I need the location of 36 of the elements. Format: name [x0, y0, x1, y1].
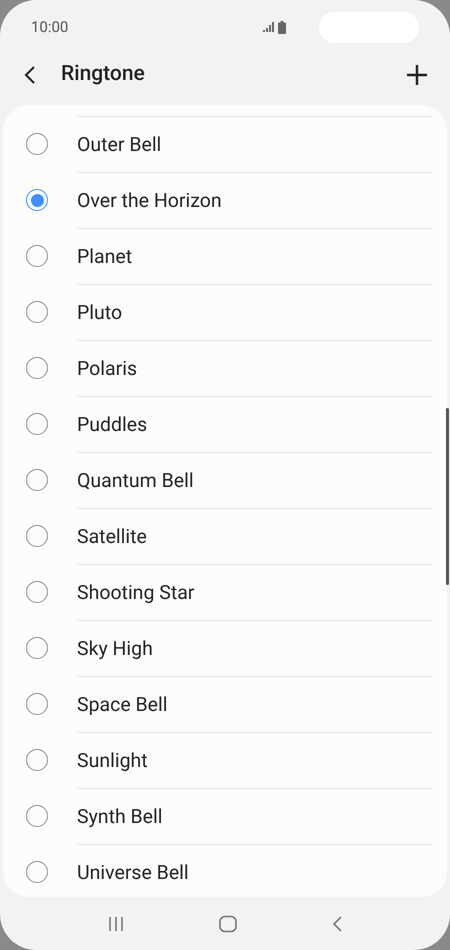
- ringtone-label[interactable]: Puddles: [77, 410, 148, 440]
- radio-button[interactable]: [26, 133, 48, 155]
- ringtone-label[interactable]: Space Bell: [77, 690, 168, 720]
- radio-button[interactable]: [26, 357, 48, 379]
- ringtone-label[interactable]: Sky High: [77, 634, 153, 664]
- recent-apps-button[interactable]: [106, 916, 125, 932]
- radio-button[interactable]: [26, 525, 48, 547]
- back-nav-button[interactable]: [331, 914, 344, 932]
- home-button[interactable]: [218, 914, 238, 932]
- ringtone-label[interactable]: Satellite: [77, 522, 147, 552]
- radio-button[interactable]: [26, 189, 48, 211]
- radio-button[interactable]: [26, 749, 48, 771]
- status-time: 10:00: [31, 16, 68, 38]
- ringtone-label[interactable]: Pluto: [77, 298, 122, 328]
- radio-button[interactable]: [26, 693, 48, 715]
- add-button[interactable]: [406, 64, 428, 86]
- radio-button[interactable]: [26, 805, 48, 827]
- ringtone-label[interactable]: Over the Horizon: [77, 186, 222, 216]
- ringtone-label[interactable]: Synth Bell: [77, 802, 163, 832]
- ringtone-label[interactable]: Sunlight: [77, 746, 148, 776]
- screen-title: Ringtone: [61, 61, 145, 88]
- radio-button[interactable]: [26, 301, 48, 323]
- radio-button[interactable]: [26, 581, 48, 603]
- ringtone-label[interactable]: Planet: [77, 242, 132, 272]
- radio-button[interactable]: [26, 469, 48, 491]
- ringtone-label[interactable]: Outer Bell: [77, 130, 162, 160]
- radio-button[interactable]: [26, 861, 48, 883]
- battery-icon: [278, 20, 286, 34]
- signal-icon: [263, 22, 275, 32]
- radio-button[interactable]: [26, 413, 48, 435]
- ringtone-label[interactable]: Polaris: [77, 354, 138, 384]
- ringtone-label[interactable]: Quantum Bell: [77, 466, 194, 496]
- radio-button[interactable]: [26, 245, 48, 267]
- ringtone-label[interactable]: Universe Bell: [77, 858, 189, 888]
- ringtone-label[interactable]: Shooting Star: [77, 578, 194, 608]
- radio-button[interactable]: [26, 637, 48, 659]
